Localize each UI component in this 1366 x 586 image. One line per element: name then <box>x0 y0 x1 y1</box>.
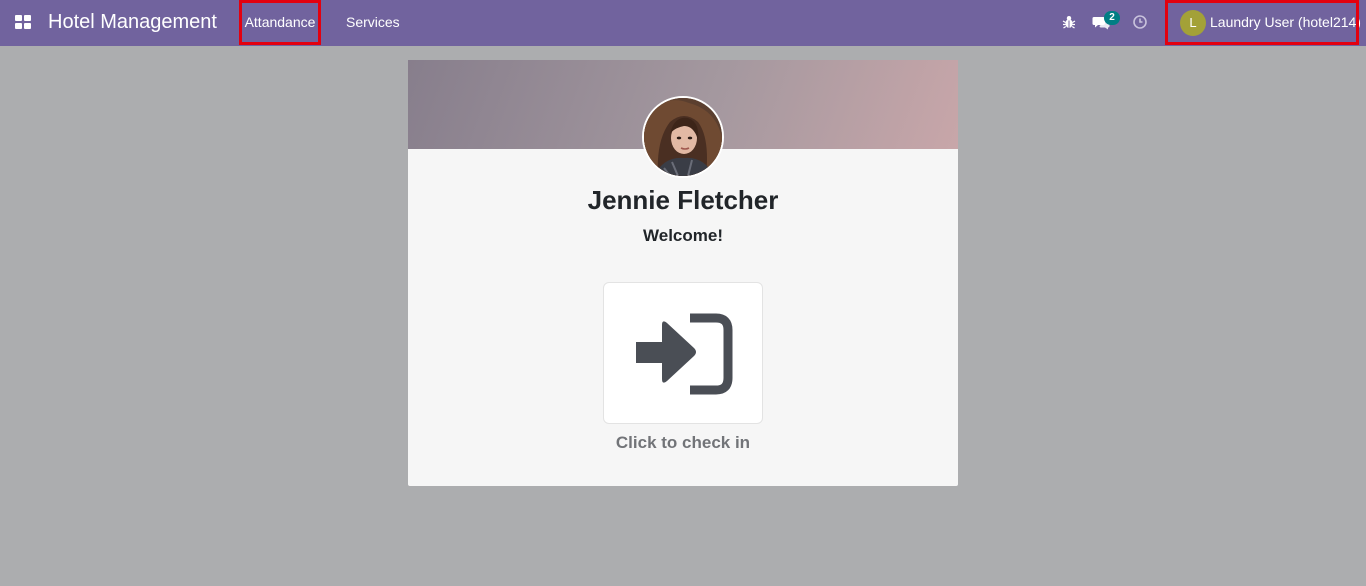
kiosk-card: Jennie Fletcher Welcome! Click to check … <box>408 60 958 486</box>
menu-services[interactable]: Services <box>346 0 400 46</box>
check-in-button[interactable] <box>603 282 763 424</box>
app-title[interactable]: Hotel Management <box>48 10 217 34</box>
bug-icon[interactable] <box>1061 14 1079 32</box>
employee-photo <box>642 96 724 178</box>
user-name: Laundry User (hotel214) <box>1210 14 1361 30</box>
check-in-label: Click to check in <box>615 433 751 452</box>
clock-icon[interactable] <box>1132 14 1150 32</box>
welcome-message: Welcome! <box>643 226 723 245</box>
user-menu[interactable]: L Laundry User (hotel214) <box>1170 4 1361 42</box>
top-navbar: Hotel Management Attandance Services 2 L… <box>0 0 1366 46</box>
user-avatar: L <box>1180 10 1206 36</box>
menu-attendance[interactable]: Attandance <box>240 0 320 46</box>
sign-in-icon <box>636 313 733 395</box>
employee-name: Jennie Fletcher <box>587 185 779 215</box>
chat-badge: 2 <box>1104 11 1120 25</box>
apps-menu-icon[interactable] <box>15 15 33 31</box>
